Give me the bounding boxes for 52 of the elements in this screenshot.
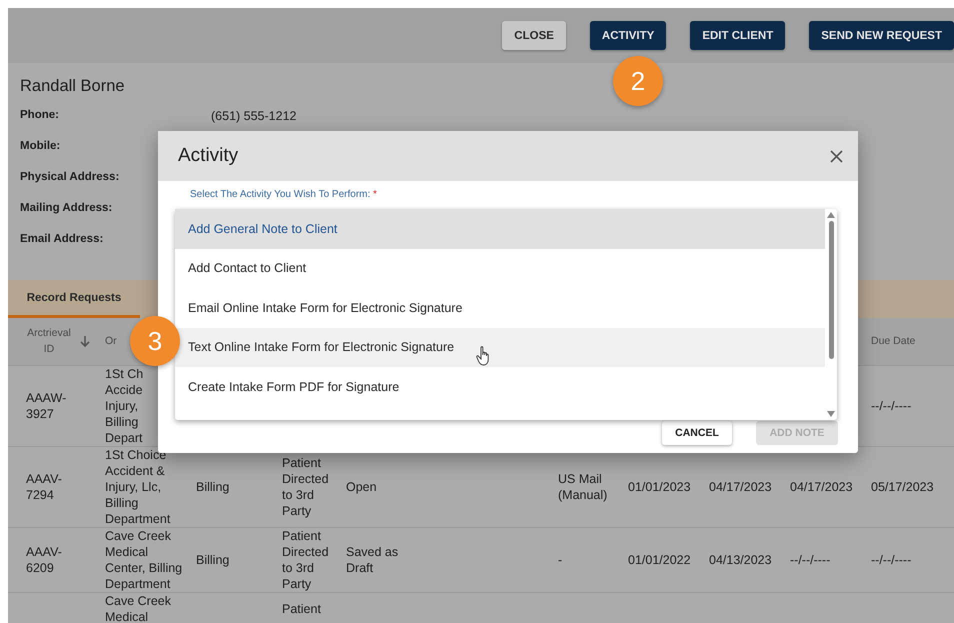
field-label: Mailing Address: bbox=[20, 202, 112, 214]
table-cell-text: US Mail (Manual) bbox=[558, 471, 608, 503]
dialog-title: Activity bbox=[178, 145, 238, 167]
field-label: Select The Activity You Wish To Perform: * bbox=[190, 189, 378, 200]
field-label: Phone: bbox=[20, 109, 59, 121]
table-cell: 01/01/2022 bbox=[628, 552, 691, 568]
table-cell-text: 1St Choice Accident & Injury, Llc, Billing Department bbox=[105, 447, 172, 527]
table-cell-text: Saved as Draft bbox=[346, 544, 400, 576]
table-cell-text: Patient Directed to 3rd Party bbox=[282, 455, 330, 519]
table-cell: Billing bbox=[196, 552, 230, 568]
scroll-down-icon[interactable] bbox=[827, 411, 835, 417]
table-cell: 1St Ch Accide Injury, Billing Depart bbox=[105, 366, 144, 446]
header-button[interactable]: CLOSE bbox=[502, 21, 566, 50]
field-value: (651) 555-1212 bbox=[211, 109, 296, 125]
table-cell: AAAW- 3927 bbox=[26, 390, 66, 422]
column-header[interactable]: Or bbox=[105, 334, 117, 350]
table-cell: --/--/---- bbox=[871, 552, 912, 568]
table-cell: Billing bbox=[196, 479, 230, 495]
column-header[interactable]: Arctrieval ID bbox=[26, 326, 72, 358]
field-label: Email Address: bbox=[20, 233, 104, 245]
table-cell-text: Cave Creek Medical bbox=[105, 593, 172, 623]
dialog-button[interactable]: CANCEL bbox=[662, 421, 732, 445]
scrollbar-thumb[interactable] bbox=[828, 221, 834, 359]
table-cell: --/--/---- bbox=[790, 552, 830, 568]
table-cell: Patient bbox=[282, 601, 321, 617]
table-cell: --/--/---- bbox=[871, 398, 912, 414]
table-cell: 05/17/2023 bbox=[871, 479, 934, 495]
dropdown-option[interactable]: Create Intake Form PDF for Signature bbox=[175, 367, 825, 406]
scroll-up-icon[interactable] bbox=[827, 212, 835, 218]
dropdown-option[interactable]: Add Contact to Client bbox=[175, 248, 825, 288]
header-button[interactable]: ACTIVITY bbox=[590, 21, 666, 50]
table-cell: AAAV- 6209 bbox=[26, 544, 62, 576]
table-cell: 04/17/2023 bbox=[790, 479, 853, 495]
table-cell: Open bbox=[346, 479, 377, 495]
field-label: Physical Address: bbox=[20, 171, 120, 183]
table-cell-text: Cave Creek Medical Center, Billing Department bbox=[105, 528, 184, 592]
client-name: Randall Borne bbox=[20, 77, 125, 95]
column-header[interactable]: Due Date bbox=[871, 334, 916, 350]
sort-down-arrow-icon[interactable] bbox=[80, 336, 90, 348]
table-cell: 04/13/2023 bbox=[709, 552, 772, 568]
table-cell: 04/17/2023 bbox=[709, 479, 772, 495]
field-label: Mobile: bbox=[20, 140, 60, 152]
close-icon[interactable] bbox=[830, 150, 843, 162]
header-button[interactable]: EDIT CLIENT bbox=[690, 21, 786, 50]
table-cell: - bbox=[558, 552, 562, 568]
table-cell-text: Patient Directed to 3rd Party bbox=[282, 528, 330, 592]
step-badge: 2 bbox=[613, 56, 663, 106]
table-cell: AAAV- 7294 bbox=[26, 471, 62, 503]
table-cell: 01/01/2023 bbox=[628, 479, 691, 495]
dropdown-option[interactable]: Add General Note to Client bbox=[175, 209, 825, 248]
header-button[interactable]: SEND NEW REQUEST bbox=[809, 21, 954, 50]
dropdown-option[interactable]: Text Online Intake Form for Electronic Signature bbox=[175, 328, 825, 367]
